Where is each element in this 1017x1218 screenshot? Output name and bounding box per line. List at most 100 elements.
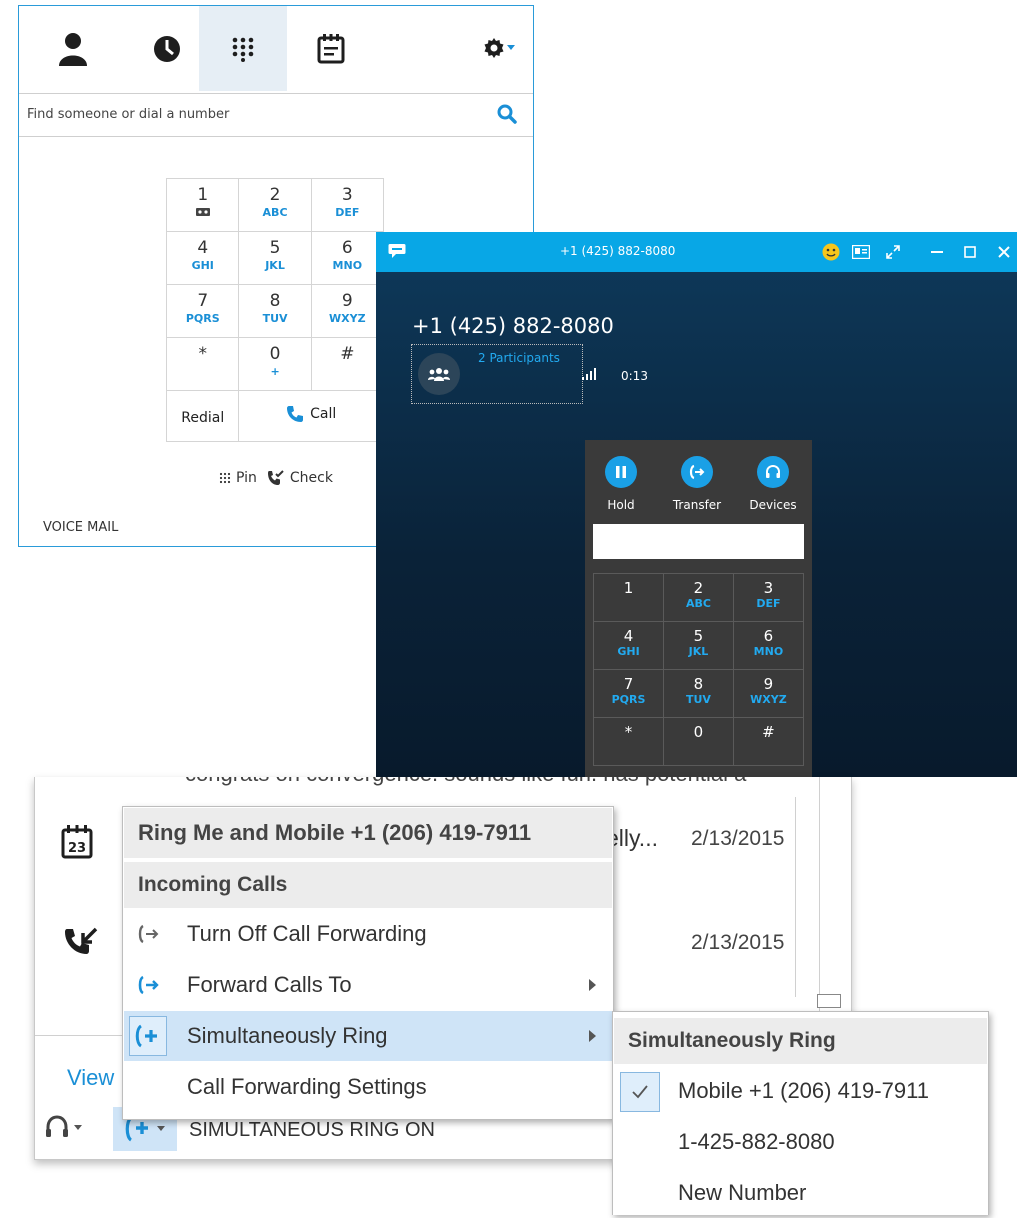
key-star[interactable]: * bbox=[165, 337, 240, 391]
voicemail-icon bbox=[167, 208, 238, 216]
settings-button[interactable] bbox=[483, 37, 515, 59]
key-2[interactable]: 2 ABC bbox=[238, 178, 312, 232]
dtmf-input[interactable] bbox=[593, 524, 804, 559]
expand-icon[interactable] bbox=[882, 232, 904, 272]
call-key-2[interactable]: 2 ABC bbox=[663, 573, 734, 622]
key-1[interactable]: 1 bbox=[165, 178, 240, 232]
check-link[interactable]: Check bbox=[267, 470, 333, 486]
missed-call-icon bbox=[63, 927, 99, 961]
call-key-7[interactable]: 7 PQRS bbox=[592, 669, 665, 718]
cut-conversation-text: congrats on convergence. sounds like fun… bbox=[185, 777, 746, 787]
call-keypad: 1 2 ABC 3 DEF 4 GHI 5 JKL 6 MNO 7 PQRS 8 TUV 9W… bbox=[592, 573, 805, 766]
submenu-arrow-icon bbox=[589, 1030, 596, 1042]
menu-section-header: Incoming Calls bbox=[124, 862, 612, 908]
dialpad-icon bbox=[231, 36, 255, 62]
key-3[interactable]: 3 DEF bbox=[310, 178, 385, 232]
call-key-1[interactable]: 1 bbox=[592, 573, 665, 622]
close-icon[interactable] bbox=[993, 232, 1015, 272]
group-icon bbox=[418, 353, 460, 395]
pin-link[interactable]: Pin bbox=[219, 470, 257, 486]
search-input[interactable] bbox=[27, 102, 467, 126]
emoticon-icon[interactable] bbox=[820, 232, 842, 272]
call-key-3[interactable]: 3 DEF bbox=[732, 573, 805, 622]
tab-meetings[interactable] bbox=[287, 6, 375, 91]
key-9[interactable]: 9 WXYZ bbox=[310, 284, 385, 338]
menu-item-simultaneously-ring[interactable]: Simultaneously Ring bbox=[124, 1011, 612, 1061]
call-key-star[interactable]: * bbox=[592, 717, 665, 766]
call-window: +1 (425) 882-8080 +1 (425) 882-8080 2 Pa… bbox=[376, 232, 1017, 777]
call-duration: 0:13 bbox=[621, 369, 648, 383]
list-item-date: 2/13/2015 bbox=[691, 827, 785, 850]
clock-icon bbox=[153, 35, 181, 63]
submenu-arrow-icon bbox=[589, 979, 596, 991]
key-4[interactable]: 4 GHI bbox=[165, 231, 240, 285]
notepad-icon bbox=[317, 33, 345, 64]
scroll-button[interactable] bbox=[817, 994, 841, 1008]
gear-icon bbox=[483, 37, 505, 59]
call-key-8[interactable]: 8 TUV bbox=[663, 669, 734, 718]
call-key-9[interactable]: 9 WXYZ bbox=[732, 669, 805, 718]
status-text: SIMULTANEOUS RING ON bbox=[189, 1119, 435, 1141]
submenu-item-new-number[interactable]: New Number bbox=[614, 1168, 987, 1218]
forward-icon bbox=[134, 971, 162, 999]
maximize-icon[interactable] bbox=[959, 232, 981, 272]
menu-spacer bbox=[123, 859, 613, 860]
participants-box[interactable]: 2 Participants bbox=[411, 344, 583, 404]
chevron-down-icon bbox=[507, 45, 515, 51]
svg-text:23: 23 bbox=[68, 841, 86, 856]
call-key-6[interactable]: 6 MNO bbox=[732, 621, 805, 670]
call-forwarding-menu: Ring Me and Mobile +1 (206) 419-7911 Inc… bbox=[122, 806, 614, 1120]
scrollbar-track[interactable] bbox=[819, 777, 820, 1027]
chat-icon[interactable] bbox=[388, 243, 406, 259]
menu-item-call-forwarding-settings[interactable]: Call Forwarding Settings bbox=[124, 1062, 612, 1112]
pin-check-links: Pin Check bbox=[219, 470, 333, 486]
call-titlebar: +1 (425) 882-8080 bbox=[376, 232, 1017, 272]
search-icon[interactable] bbox=[497, 104, 517, 124]
key-hash[interactable]: # bbox=[310, 337, 385, 391]
transfer-icon bbox=[681, 456, 713, 488]
transfer-button[interactable]: Transfer bbox=[667, 456, 727, 512]
call-button[interactable]: Call bbox=[238, 390, 384, 442]
key-6[interactable]: 6 MNO bbox=[310, 231, 385, 285]
menu-item-forward-calls-to[interactable]: Forward Calls To bbox=[124, 960, 612, 1010]
headset-icon bbox=[45, 1115, 69, 1141]
contact-card-icon[interactable] bbox=[850, 232, 872, 272]
view-link[interactable]: View bbox=[67, 1065, 114, 1091]
submenu-header: Simultaneously Ring bbox=[614, 1018, 987, 1064]
headset-icon bbox=[757, 456, 789, 488]
menu-item-turn-off-forwarding[interactable]: Turn Off Call Forwarding bbox=[124, 909, 612, 959]
hold-button[interactable]: Hold bbox=[591, 456, 651, 512]
audio-device-button[interactable] bbox=[45, 1115, 82, 1141]
redial-button[interactable]: Redial bbox=[165, 390, 240, 442]
devices-button[interactable]: Devices bbox=[743, 456, 803, 512]
submenu-item-number[interactable]: 1-425-882-8080 bbox=[614, 1117, 987, 1167]
checkmark-icon bbox=[620, 1072, 660, 1112]
menu-header: Ring Me and Mobile +1 (206) 419-7911 bbox=[124, 808, 612, 858]
call-number: +1 (425) 882-8080 bbox=[412, 314, 614, 338]
submenu-item-mobile[interactable]: Mobile +1 (206) 419-7911 bbox=[614, 1066, 987, 1116]
search-bar bbox=[19, 93, 533, 137]
tab-contacts[interactable] bbox=[29, 6, 117, 91]
calendar-icon: 23 bbox=[61, 825, 93, 859]
tab-dial-pad[interactable] bbox=[199, 6, 287, 91]
call-controls-panel: Hold Transfer Devices 1 2 ABC 3 DEF 4 GHI 5… bbox=[585, 440, 812, 777]
pause-icon bbox=[605, 456, 637, 488]
key-7[interactable]: 7 PQRS bbox=[165, 284, 240, 338]
key-8[interactable]: 8 TUV bbox=[238, 284, 312, 338]
call-key-4[interactable]: 4 GHI bbox=[592, 621, 665, 670]
voicemail-link[interactable]: VOICE MAIL bbox=[43, 520, 118, 535]
key-0[interactable]: 0 + bbox=[238, 337, 312, 391]
call-key-hash[interactable]: # bbox=[732, 717, 805, 766]
call-window-title: +1 (425) 882-8080 bbox=[560, 244, 676, 258]
minimize-icon[interactable] bbox=[926, 232, 948, 272]
phone-check-icon bbox=[267, 470, 285, 486]
list-divider bbox=[795, 797, 796, 997]
simul-ring-icon bbox=[129, 1016, 167, 1056]
chevron-down-icon bbox=[157, 1126, 165, 1132]
call-key-5[interactable]: 5 JKL bbox=[663, 621, 734, 670]
simultaneous-ring-submenu: Simultaneously Ring Mobile +1 (206) 419-… bbox=[612, 1011, 989, 1215]
tab-recent[interactable] bbox=[123, 6, 211, 91]
key-5[interactable]: 5 JKL bbox=[238, 231, 312, 285]
call-key-0[interactable]: 0 bbox=[663, 717, 734, 766]
signal-icon bbox=[582, 368, 598, 380]
